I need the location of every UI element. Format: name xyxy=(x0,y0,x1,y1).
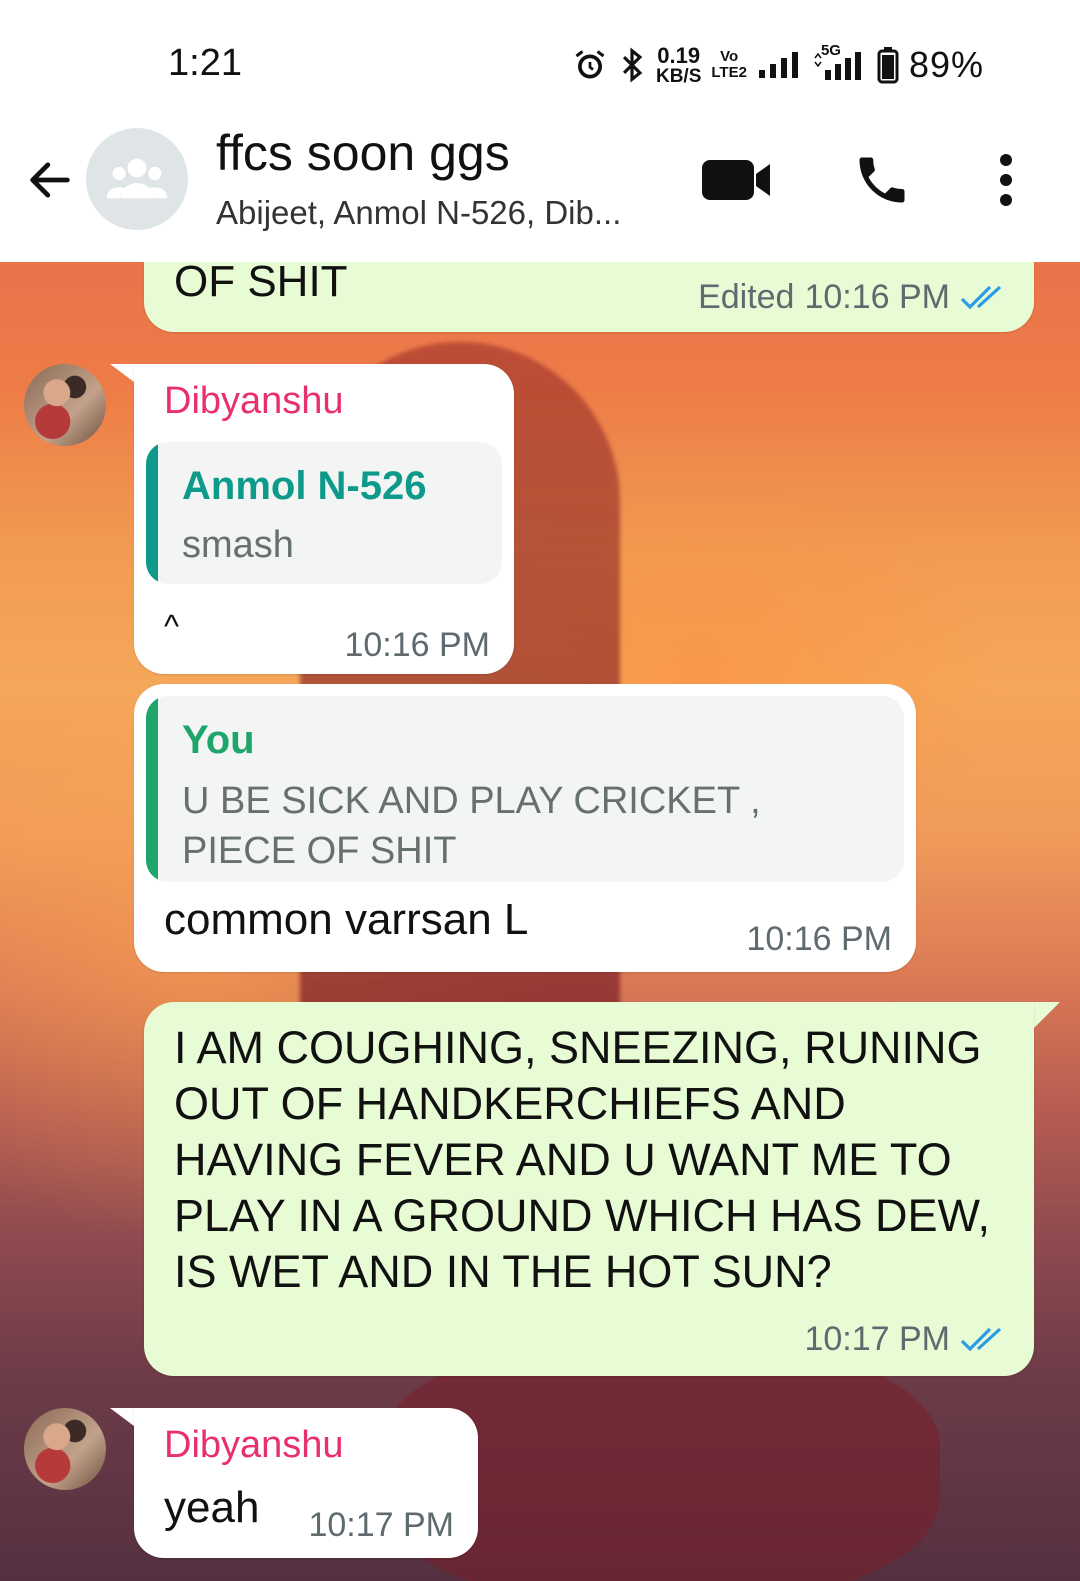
chat-header: ffcs soon ggs Abijeet, Anmol N-526, Dib.… xyxy=(0,110,1080,262)
sender-avatar[interactable] xyxy=(24,1408,106,1490)
chat-participants[interactable]: Abijeet, Anmol N-526, Dib... xyxy=(216,194,621,232)
phone-icon xyxy=(859,157,905,203)
signal-icon xyxy=(757,50,801,80)
volte-bottom: LTE2 xyxy=(711,64,747,81)
sender-name: Dibyanshu xyxy=(164,380,344,422)
signal-5g-icon: 5G xyxy=(811,42,867,82)
voice-call-button[interactable] xyxy=(852,150,912,210)
message-text: OF SHIT xyxy=(174,262,348,306)
volte-top: Vo xyxy=(720,48,739,66)
alarm-icon xyxy=(572,47,608,83)
message-bubble-outgoing[interactable]: OF SHIT Edited 10:16 PM xyxy=(144,262,1034,332)
quoted-message[interactable]: You U BE SICK AND PLAY CRICKET , PIECE O… xyxy=(146,696,904,882)
message-meta: Edited 10:16 PM xyxy=(698,278,1008,317)
message-time: 10:17 PM xyxy=(804,1320,950,1358)
message-text: common varrsan L xyxy=(164,895,529,944)
message-text: ^ xyxy=(164,608,180,644)
double-check-icon xyxy=(960,285,1002,309)
network-speed-unit: KB/S xyxy=(655,65,702,87)
chat-area[interactable]: OF SHIT Edited 10:16 PM Dibyanshu Anmol … xyxy=(0,262,1080,1581)
message-meta: 10:17 PM xyxy=(804,1320,1008,1359)
message-bubble-outgoing[interactable]: I AM COUGHING, SNEEZING, RUNING OUT OF H… xyxy=(144,1002,1034,1376)
status-bar: 1:21 0.19 KB/S Vo LTE2 5G 89% xyxy=(0,0,1080,110)
bubble-tail xyxy=(1030,1002,1060,1032)
group-avatar[interactable] xyxy=(86,128,188,230)
quote-author: Anmol N-526 xyxy=(182,464,427,508)
chat-title[interactable]: ffcs soon ggs xyxy=(216,124,510,182)
message-time: 10:16 PM xyxy=(344,626,490,664)
battery-icon xyxy=(877,46,899,84)
message-text: yeah xyxy=(164,1483,260,1532)
battery-percentage: 89% xyxy=(908,44,984,85)
quoted-message[interactable]: Anmol N-526 smash xyxy=(146,442,502,584)
video-call-button[interactable] xyxy=(700,156,774,204)
bluetooth-icon xyxy=(618,46,646,84)
quote-author: You xyxy=(182,718,255,762)
status-time: 1:21 xyxy=(168,42,242,84)
message-bubble-incoming[interactable]: Dibyanshu Anmol N-526 smash ^ 10:16 PM xyxy=(134,364,514,674)
more-options-button[interactable] xyxy=(984,150,1028,210)
back-button[interactable] xyxy=(24,154,76,206)
sender-avatar[interactable] xyxy=(24,364,106,446)
message-bubble-incoming[interactable]: You U BE SICK AND PLAY CRICKET , PIECE O… xyxy=(134,684,916,972)
quote-bar xyxy=(146,696,158,882)
edited-label: Edited xyxy=(698,278,795,316)
message-time: 10:17 PM xyxy=(308,1506,454,1544)
message-time: 10:16 PM xyxy=(746,920,892,958)
quote-bar xyxy=(146,442,158,584)
more-vertical-icon xyxy=(1000,154,1012,206)
message-bubble-incoming[interactable]: Dibyanshu yeah 10:17 PM xyxy=(134,1408,478,1558)
network-speed-value: 0.19 xyxy=(657,42,701,68)
volte-indicator: Vo LTE2 xyxy=(711,49,747,81)
status-icons: 0.19 KB/S Vo LTE2 5G 89% xyxy=(572,40,984,90)
quote-text: smash xyxy=(182,524,294,566)
network-5g-label: 5G xyxy=(820,42,841,59)
double-check-icon xyxy=(960,1327,1002,1351)
sender-name: Dibyanshu xyxy=(164,1424,344,1466)
group-icon xyxy=(106,158,168,199)
network-speed: 0.19 KB/S xyxy=(655,42,702,87)
arrow-left-icon xyxy=(30,162,70,198)
message-text: I AM COUGHING, SNEEZING, RUNING OUT OF H… xyxy=(174,1022,990,1297)
video-camera-icon xyxy=(702,160,770,200)
message-time: 10:16 PM xyxy=(804,278,950,316)
quote-text: U BE SICK AND PLAY CRICKET , PIECE OF SH… xyxy=(182,780,761,872)
